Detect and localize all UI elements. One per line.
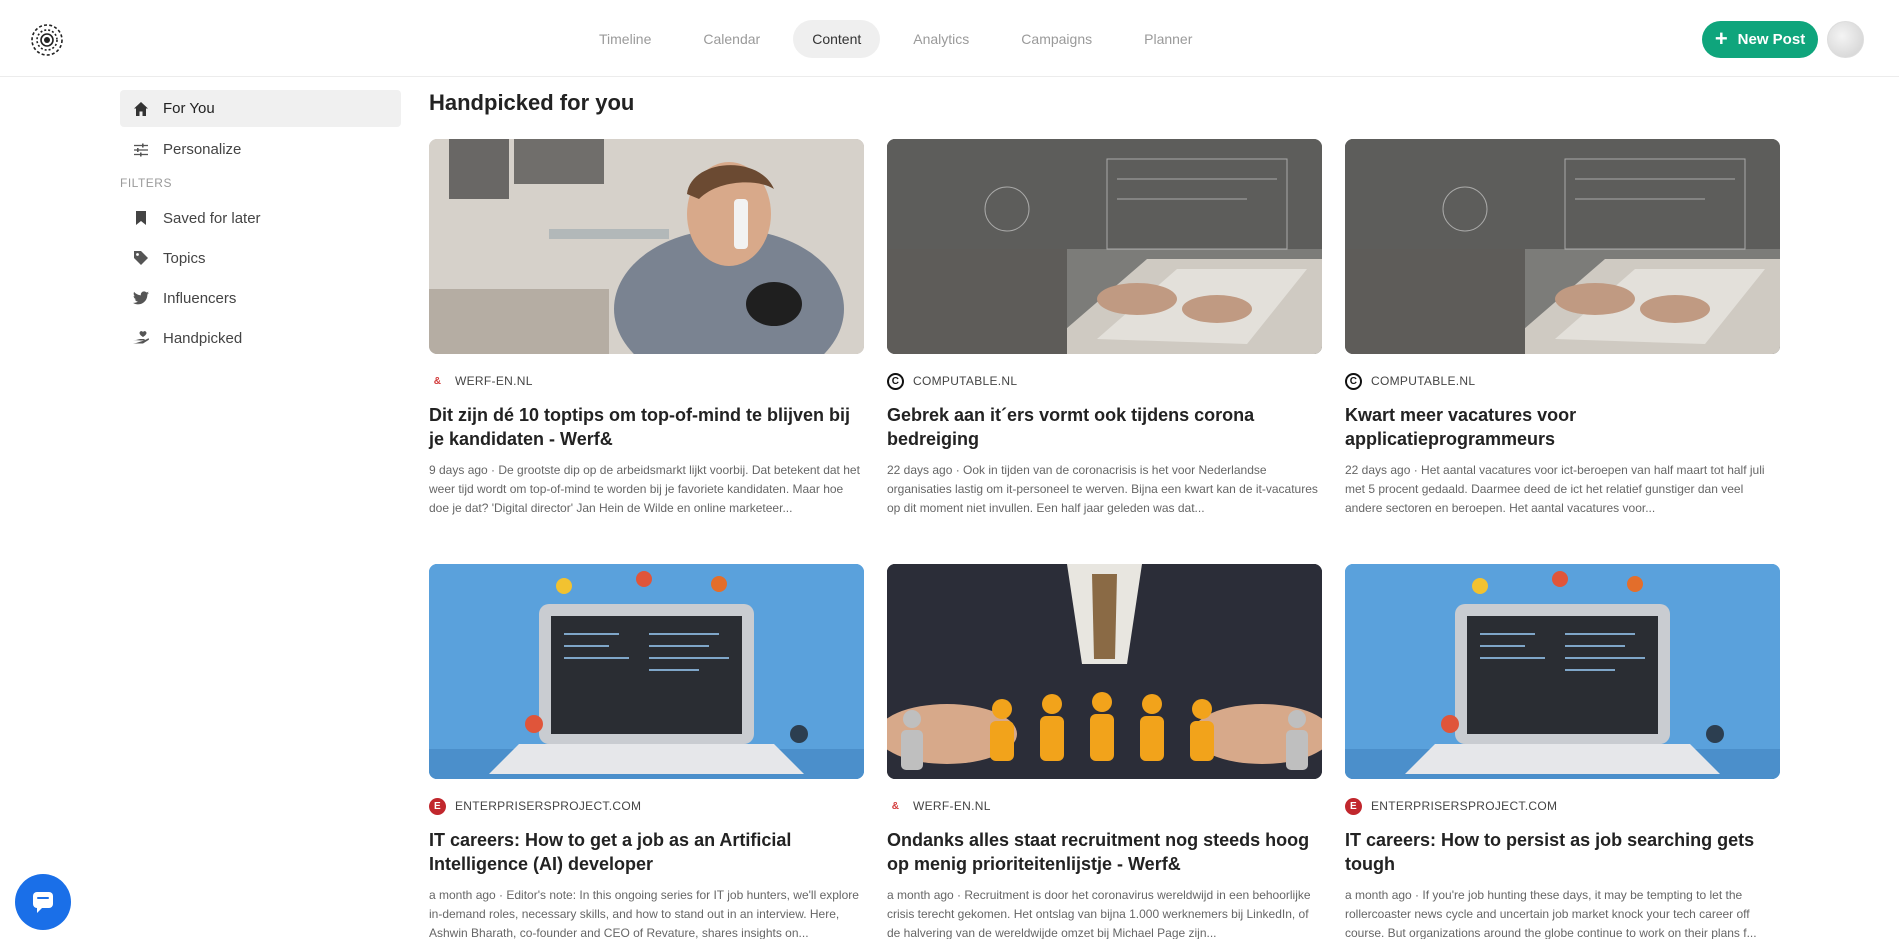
article-image[interactable] — [1345, 139, 1780, 354]
article-source: & WERF-EN.NL — [887, 798, 1322, 814]
source-name: ENTERPRISERSPROJECT.COM — [1371, 799, 1558, 813]
tab-planner[interactable]: Planner — [1125, 20, 1211, 58]
sidebar: For You Personalize FILTERS Saved for la… — [120, 90, 401, 360]
article-image[interactable] — [887, 139, 1322, 354]
tag-icon — [132, 249, 150, 267]
source-name: WERF-EN.NL — [913, 799, 991, 813]
sidebar-item-label: Handpicked — [163, 329, 243, 347]
article-title[interactable]: Dit zijn dé 10 toptips om top-of-mind te… — [429, 403, 864, 451]
sidebar-item-label: Influencers — [163, 289, 237, 307]
avatar[interactable] — [1827, 21, 1864, 58]
article-title[interactable]: IT careers: How to persist as job search… — [1345, 828, 1780, 876]
article-image[interactable] — [429, 564, 864, 779]
article-image[interactable] — [887, 564, 1322, 779]
article-source: C COMPUTABLE.NL — [887, 372, 1322, 390]
computable-logo-icon: C — [887, 372, 904, 390]
sliders-icon — [132, 141, 150, 159]
article-description: 22 days ago · Het aantal vacatures voor … — [1345, 463, 1765, 515]
sidebar-item-personalize[interactable]: Personalize — [120, 131, 401, 168]
article-source: E ENTERPRISERSPROJECT.COM — [1345, 797, 1780, 815]
article-description: 9 days ago · De grootste dip op de arbei… — [429, 463, 860, 515]
twitter-icon — [132, 289, 150, 307]
hand-heart-icon — [132, 329, 150, 347]
computable-logo-icon: C — [1345, 372, 1362, 390]
article-title[interactable]: Ondanks alles staat recruitment nog stee… — [887, 828, 1322, 876]
article-source: E ENTERPRISERSPROJECT.COM — [429, 797, 864, 815]
new-post-label: New Post — [1737, 31, 1806, 48]
article-card[interactable]: & WERF-EN.NL Ondanks alles staat recruit… — [887, 564, 1322, 939]
source-name: COMPUTABLE.NL — [1371, 374, 1476, 388]
source-name: WERF-EN.NL — [455, 374, 533, 388]
sidebar-item-label: Topics — [163, 249, 206, 267]
article-card[interactable]: E ENTERPRISERSPROJECT.COM IT careers: Ho… — [429, 564, 864, 939]
enterprisers-logo-icon: E — [1345, 797, 1362, 815]
top-bar: Timeline Calendar Content Analytics Camp… — [0, 0, 1899, 77]
main-nav: Timeline Calendar Content Analytics Camp… — [580, 20, 1225, 58]
article-source: & WERF-EN.NL — [429, 373, 864, 389]
article-image[interactable] — [429, 139, 864, 354]
page-title: Handpicked for you — [429, 90, 635, 115]
brand-logo-icon[interactable] — [28, 21, 66, 59]
sidebar-item-influencers[interactable]: Influencers — [120, 280, 401, 316]
sidebar-item-handpicked[interactable]: Handpicked — [120, 320, 401, 356]
tab-campaigns[interactable]: Campaigns — [1002, 20, 1111, 58]
tab-content[interactable]: Content — [793, 20, 881, 58]
filters-heading: FILTERS — [120, 176, 172, 190]
sidebar-item-topics[interactable]: Topics — [120, 240, 401, 276]
sidebar-item-label: For You — [163, 100, 215, 117]
sidebar-item-label: Saved for later — [163, 209, 261, 227]
article-card[interactable]: C COMPUTABLE.NL Kwart meer vacatures voo… — [1345, 139, 1780, 518]
chat-icon — [33, 892, 53, 913]
bookmark-icon — [132, 209, 150, 227]
article-image[interactable] — [1345, 564, 1780, 779]
werf-logo-icon: & — [433, 375, 442, 387]
source-name: COMPUTABLE.NL — [913, 374, 1018, 388]
source-name: ENTERPRISERSPROJECT.COM — [455, 799, 642, 813]
article-description: 22 days ago · Ook in tijden van de coron… — [887, 463, 1318, 515]
article-description: a month ago · Editor's note: In this ong… — [429, 888, 859, 939]
home-icon — [132, 100, 150, 118]
article-title[interactable]: Gebrek aan it´ers vormt ook tijdens coro… — [887, 403, 1322, 451]
sidebar-item-for-you[interactable]: For You — [120, 90, 401, 127]
article-title[interactable]: Kwart meer vacatures voor applicatieprog… — [1345, 403, 1780, 451]
sidebar-item-label: Personalize — [163, 141, 242, 158]
article-source: C COMPUTABLE.NL — [1345, 372, 1780, 390]
chat-widget-button[interactable] — [15, 874, 71, 930]
tab-calendar[interactable]: Calendar — [684, 20, 779, 58]
tab-analytics[interactable]: Analytics — [894, 20, 988, 58]
article-card[interactable]: E ENTERPRISERSPROJECT.COM IT careers: Ho… — [1345, 564, 1780, 939]
article-title[interactable]: IT careers: How to get a job as an Artif… — [429, 828, 864, 876]
article-description: a month ago · Recruitment is door het co… — [887, 888, 1311, 939]
new-post-button[interactable]: + New Post — [1702, 21, 1818, 58]
article-card[interactable]: & WERF-EN.NL Dit zijn dé 10 toptips om t… — [429, 139, 864, 518]
plus-icon: + — [1714, 25, 1728, 51]
werf-logo-icon: & — [891, 800, 900, 812]
article-card[interactable]: C COMPUTABLE.NL Gebrek aan it´ers vormt … — [887, 139, 1322, 518]
tab-timeline[interactable]: Timeline — [580, 20, 670, 58]
main-content: Handpicked for you & WERF-EN.NL Dit zijn… — [429, 90, 1780, 939]
article-description: a month ago · If you're job hunting thes… — [1345, 888, 1757, 939]
sidebar-item-saved-for-later[interactable]: Saved for later — [120, 200, 401, 236]
enterprisers-logo-icon: E — [429, 797, 446, 815]
